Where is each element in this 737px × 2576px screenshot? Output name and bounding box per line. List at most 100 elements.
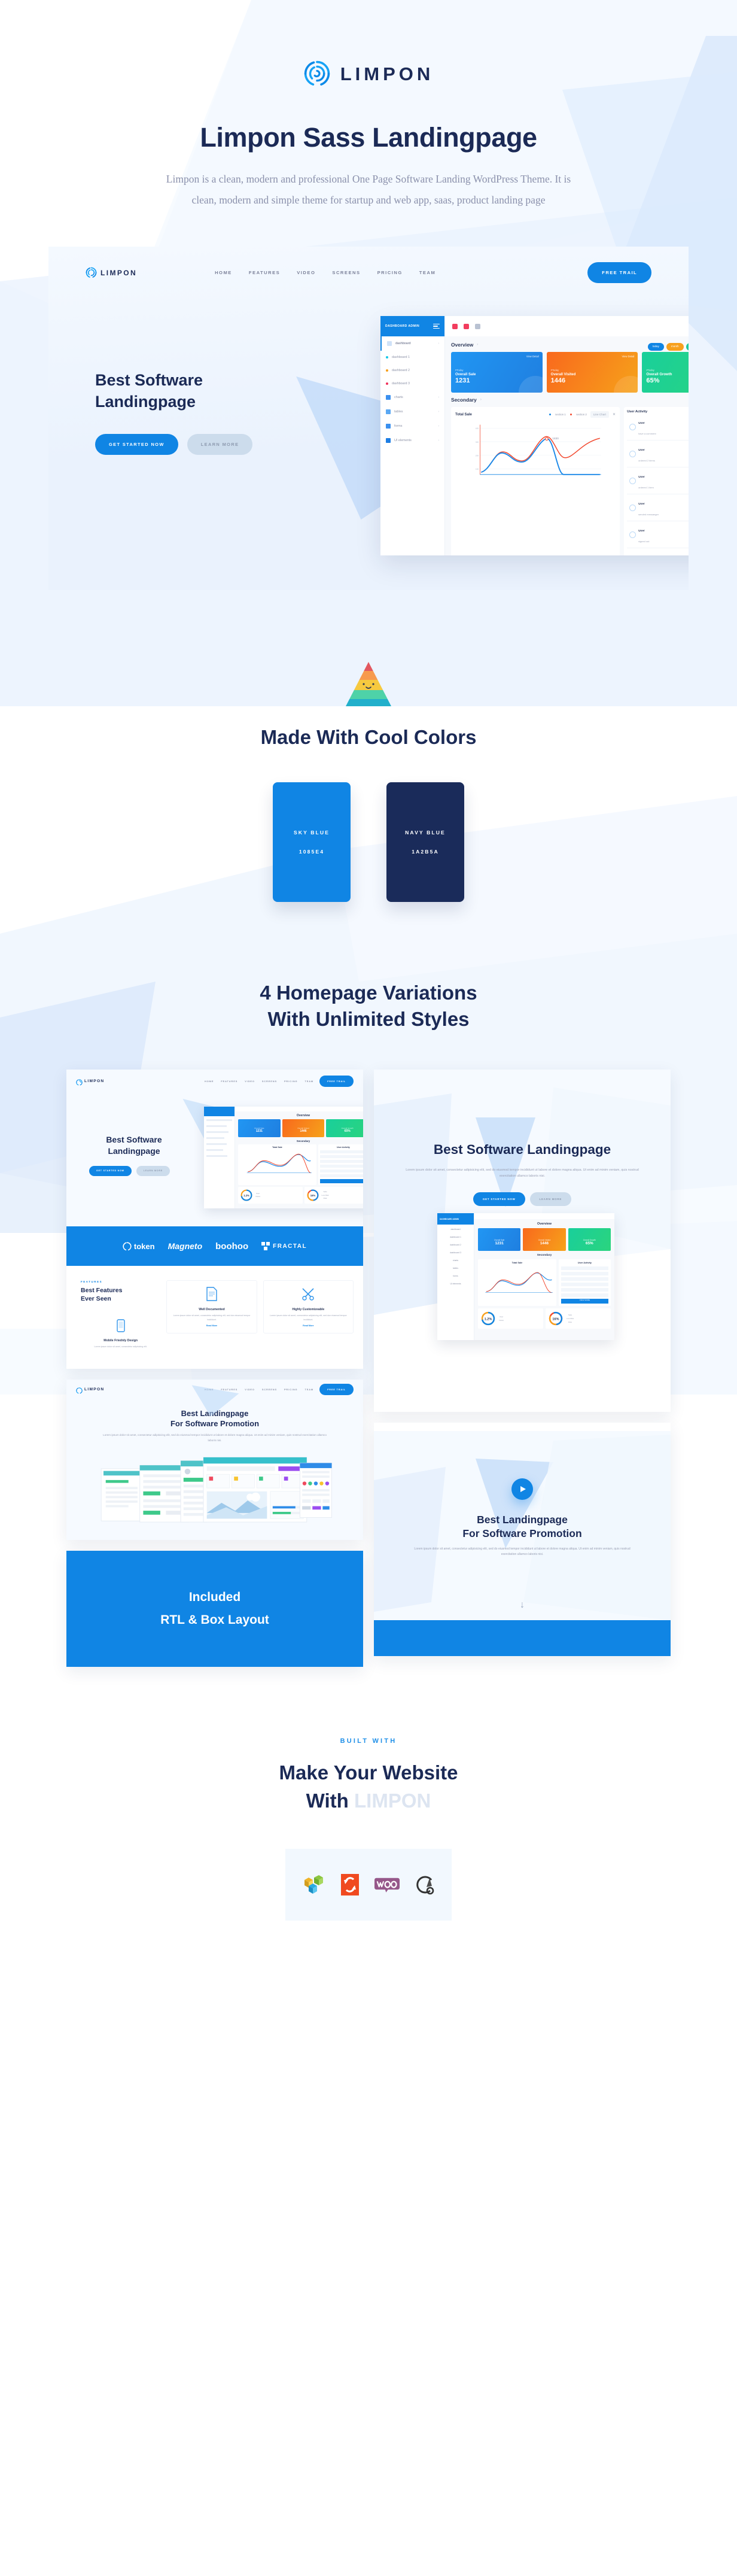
mini-hero-copy: Best Software Landingpage Lorem ipsum do… bbox=[374, 1110, 671, 1206]
thumbnail-homepage-4[interactable]: LIMPON HOME FEATURES VIDEO SCREENS PRICI… bbox=[374, 1423, 671, 1657]
sidebar-item-dashboard-1[interactable]: dashboard 1 bbox=[380, 351, 444, 364]
list-item[interactable]: Usersended messanger53 minutes ago bbox=[627, 494, 689, 521]
menu-item-features[interactable]: FEATURES bbox=[221, 1080, 237, 1083]
list-item[interactable]: Userordered 2 item1d 2 hours ago bbox=[627, 548, 689, 555]
rtl-line1: Included bbox=[188, 1590, 241, 1605]
menu-item-team[interactable]: TEAM bbox=[304, 1388, 313, 1391]
sidebar-item-dashboard-2[interactable]: dashboard 2 bbox=[380, 364, 444, 377]
sidebar-item-label[interactable]: charts bbox=[440, 1259, 471, 1262]
get-started-button[interactable]: GET STARTED NOW bbox=[89, 1165, 132, 1176]
mini-hero-body: Lorem ipsum dolor sit amet, consectetur … bbox=[406, 1168, 639, 1178]
sidebar-item-charts[interactable]: charts › bbox=[380, 390, 444, 405]
list-item[interactable]: Userhave a comment4 minutes ago bbox=[627, 414, 689, 441]
free-trial-button[interactable]: FREE TRAIL bbox=[319, 1076, 354, 1087]
kpi-value: 1446 bbox=[300, 1129, 307, 1134]
get-started-button[interactable]: GET STARTED NOW bbox=[95, 434, 178, 455]
legend-section-1: section 1 bbox=[555, 413, 566, 416]
mail-icon[interactable] bbox=[464, 323, 469, 329]
free-trial-button[interactable]: FREE TRAIL bbox=[319, 1384, 354, 1396]
scroll-down-arrow-icon[interactable]: ↓ bbox=[374, 1600, 671, 1611]
sidebar-item-label[interactable]: UI elements bbox=[440, 1283, 471, 1285]
kpi-period: #Today bbox=[455, 369, 464, 372]
view-detail-link[interactable]: View Detail bbox=[622, 355, 634, 358]
list-item[interactable]: Usersigned out1 hours ago bbox=[627, 521, 689, 548]
menu-item-pricing[interactable]: PRICING bbox=[284, 1080, 298, 1083]
sidebar-item-dashboard[interactable]: dashboard › bbox=[380, 336, 444, 351]
kpi-value: 1446 bbox=[540, 1241, 549, 1246]
sidebar-item-tables[interactable]: tables › bbox=[380, 405, 444, 419]
free-trial-button[interactable]: FREE TRAIL bbox=[587, 262, 651, 283]
list-item[interactable]: Userordered 1 item30 minutes ago bbox=[627, 467, 689, 494]
menu-item-video[interactable]: VIDEO bbox=[245, 1388, 255, 1391]
sidebar-item-forms[interactable]: forms › bbox=[380, 419, 444, 433]
menu-item-screens[interactable]: SCREENS bbox=[262, 1080, 277, 1083]
menu-item-video[interactable]: VIDEO bbox=[245, 1080, 255, 1083]
bell-icon[interactable] bbox=[452, 323, 458, 329]
dashboard-admin-title: DASHBOARD ADMIN bbox=[385, 324, 420, 328]
sidebar-item-label[interactable]: dashboard 3 bbox=[440, 1251, 471, 1254]
menu-item-video[interactable]: VIDEO bbox=[297, 270, 315, 275]
sidebar-item-label[interactable]: dashboard 1 bbox=[440, 1236, 471, 1238]
read-more-link[interactable]: Read More bbox=[172, 1325, 251, 1327]
preview-hero-buttons: GET STARTED NOW LEARN MORE bbox=[95, 434, 334, 455]
menu-item-team[interactable]: TEAM bbox=[419, 270, 436, 275]
learn-more-button[interactable]: LEARN MORE bbox=[529, 1192, 572, 1206]
menu-item-pricing[interactable]: PRICING bbox=[377, 270, 403, 275]
menu-item-home[interactable]: HOME bbox=[205, 1080, 214, 1083]
sidebar-item-label[interactable]: tables bbox=[440, 1267, 471, 1269]
feature-card-well-documented[interactable]: Well Documented Lorem ipsum dolor sit am… bbox=[166, 1280, 257, 1334]
swatch-name: SKY BLUE bbox=[293, 830, 330, 836]
menu-item-pricing[interactable]: PRICING bbox=[284, 1388, 298, 1391]
avatar bbox=[629, 450, 636, 457]
user-activity-title: User Activity bbox=[337, 1146, 350, 1149]
thumbnail-homepage-3[interactable]: LIMPON HOME FEATURES VIDEO SCREENS PRICI… bbox=[66, 1380, 363, 1541]
gear-icon[interactable] bbox=[475, 323, 480, 329]
menu-item-home[interactable]: HOME bbox=[215, 270, 232, 275]
pill-today[interactable]: today bbox=[647, 343, 664, 351]
pill-month[interactable]: month bbox=[666, 343, 684, 351]
heading-line2: For Software Promotion bbox=[462, 1527, 582, 1540]
mini-hero-body: Lorem ipsum dolor sit amet, consectetur … bbox=[103, 1433, 327, 1442]
view-detail-link[interactable]: View Detail bbox=[526, 355, 539, 358]
get-started-button[interactable]: GET STARTED NOW bbox=[473, 1192, 525, 1206]
brand-name: LIMPON bbox=[340, 63, 434, 84]
feature-card-highly-customizeable[interactable]: Highly Customizeable Lorem ipsum dolor s… bbox=[263, 1280, 354, 1334]
page-description: Limpon is a clean, modern and profession… bbox=[166, 173, 571, 206]
svg-text:100: 100 bbox=[476, 468, 479, 470]
view-more-button[interactable]: VIEW MORE bbox=[561, 1299, 608, 1304]
sidebar-item-label[interactable]: forms bbox=[440, 1275, 471, 1277]
sidebar-item-label: dashboard 2 bbox=[392, 369, 410, 372]
color-swatches: SKY BLUE 1085E4 NAVY BLUE 1A2B5A bbox=[0, 782, 737, 902]
thumbnail-homepage-2[interactable]: LIMPON HOME FEATURES VIDEO SCREENS PRICI… bbox=[374, 1070, 671, 1412]
sidebar-item-dashboard-3[interactable]: dashboard 3 bbox=[380, 377, 444, 390]
page-header: LIMPON Limpon Sass Landingpage Limpon is… bbox=[0, 0, 737, 211]
sidebar-item-label[interactable]: dashboard 2 bbox=[440, 1244, 471, 1246]
kpi-value: 65% bbox=[585, 1241, 593, 1246]
close-icon[interactable]: ✕ bbox=[613, 412, 616, 417]
pill-year[interactable]: year bbox=[686, 343, 689, 351]
feature-body: Lorem ipsum dolor sit amet, consectetur … bbox=[94, 1345, 147, 1348]
learn-more-button[interactable]: LEARN MORE bbox=[187, 434, 253, 455]
preview-hero-heading: Best Software Landingpage bbox=[95, 370, 334, 412]
hamburger-icon[interactable] bbox=[433, 323, 440, 329]
colors-section: Made With Cool Colors SKY BLUE 1085E4 NA… bbox=[0, 661, 737, 902]
kpi-label: Overall Sale bbox=[455, 373, 476, 376]
chart-type-select[interactable]: Line Chart bbox=[590, 411, 610, 418]
menu-item-screens[interactable]: SCREENS bbox=[262, 1388, 277, 1391]
play-icon[interactable] bbox=[511, 1478, 533, 1500]
learn-more-button[interactable]: LEARN MORE bbox=[136, 1165, 170, 1176]
menu-item-features[interactable]: FEATURES bbox=[249, 270, 280, 275]
kpi-label: Overall Growth bbox=[646, 373, 672, 376]
menu-item-screens[interactable]: SCREENS bbox=[332, 270, 360, 275]
list-item[interactable]: Userordered 2 items20 minutes ago bbox=[627, 441, 689, 467]
sidebar-item-ui-elements[interactable]: UI elements › bbox=[380, 433, 444, 448]
menu-item-team[interactable]: TEAM bbox=[304, 1080, 313, 1083]
thumbnail-homepage-1[interactable]: LIMPON HOME FEATURES VIDEO SCREENS PRICI… bbox=[66, 1070, 363, 1369]
activity-action: have a comment bbox=[638, 432, 656, 435]
read-more-link[interactable]: Read More bbox=[269, 1325, 348, 1327]
feature-card-mobile[interactable]: Mobile Friednly Design Lorem ipsum dolor… bbox=[81, 1319, 160, 1348]
sidebar-item-label[interactable]: dashboard bbox=[440, 1228, 471, 1231]
rtl-line2: RTL & Box Layout bbox=[160, 1613, 269, 1627]
dashboard-body: Overview › today month year Log Out View… bbox=[445, 336, 689, 555]
mini-hero-copy: Best Software Landingpage GET STARTED NO… bbox=[89, 1134, 179, 1176]
